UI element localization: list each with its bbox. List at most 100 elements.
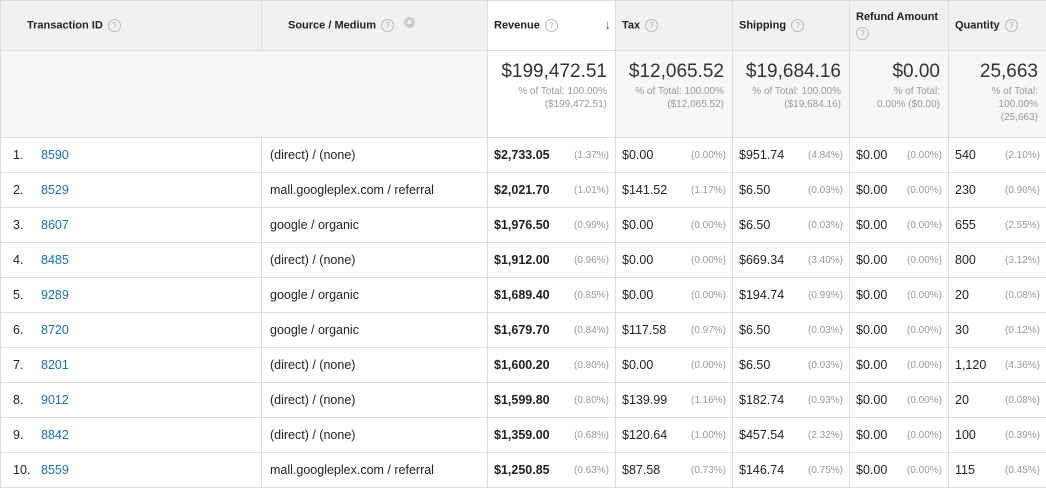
cell-revenue: $1,250.85 (0.63%) xyxy=(487,452,616,488)
cell-percent: (3.40%) xyxy=(807,254,843,266)
table-row: 6. 8720 google / organic $1,679.70 (0.84%) $1… xyxy=(0,312,1046,348)
cell-percent: (0.00%) xyxy=(690,219,726,231)
cell-percent: (0.00%) xyxy=(906,219,942,231)
source-medium-value: (direct) / (none) xyxy=(270,428,356,442)
help-icon[interactable]: ? xyxy=(791,19,805,32)
cell-refund-amount: $0.00 (0.00%) xyxy=(849,207,949,243)
help-icon[interactable]: ? xyxy=(856,27,869,40)
cell-percent: (3.12%) xyxy=(1004,254,1040,266)
cell-revenue: $2,733.05 (1.37%) xyxy=(487,137,616,173)
column-header-quantity[interactable]: Quantity? xyxy=(948,0,1046,51)
source-medium-value: google / organic xyxy=(270,288,359,302)
cell-percent: (0.03%) xyxy=(807,359,843,371)
cell-content: $6.50 (0.03%) xyxy=(739,323,843,337)
cell-value: $0.00 xyxy=(622,253,654,267)
help-icon[interactable]: ? xyxy=(381,19,395,32)
column-header-label: Source / Medium xyxy=(288,19,377,32)
total-percent-value: 100.00% xyxy=(998,99,1038,110)
cell-value: 1,120 xyxy=(955,358,987,372)
cell-revenue: $1,600.20 (0.80%) xyxy=(487,347,616,383)
cell-percent: (0.00%) xyxy=(906,149,942,161)
cell-percent: (0.39%) xyxy=(1004,429,1040,441)
cell-value: $6.50 xyxy=(739,358,771,372)
cell-value: $457.54 xyxy=(739,428,785,442)
transaction-id-link[interactable]: 8590 xyxy=(41,148,69,162)
remove-dimension-icon[interactable]: × xyxy=(404,17,415,28)
cell-value: $146.74 xyxy=(739,463,785,477)
sort-descending-icon[interactable]: ↓ xyxy=(605,17,612,32)
cell-percent: (0.75%) xyxy=(807,464,843,476)
transaction-id-link[interactable]: 8720 xyxy=(41,323,69,337)
cell-content: $1,359.00 (0.68%) xyxy=(494,428,609,442)
cell-source-medium: (direct) / (none) xyxy=(261,347,488,383)
column-header-shipping[interactable]: Shipping? xyxy=(732,0,850,51)
cell-content: 230 (0.90%) xyxy=(955,183,1040,197)
column-header-refund-amount[interactable]: Refund Amount? xyxy=(849,0,949,51)
help-icon[interactable]: ? xyxy=(645,19,659,32)
row-index: 5. xyxy=(13,288,24,302)
cell-value: $194.74 xyxy=(739,288,785,302)
transaction-id-link[interactable]: 9289 xyxy=(41,288,69,302)
column-header-source-medium[interactable]: Source / Medium? × xyxy=(261,0,488,51)
transaction-id-link[interactable]: 8842 xyxy=(41,428,69,442)
cell-tax: $117.58 (0.97%) xyxy=(615,312,733,348)
cell-shipping: $6.50 (0.03%) xyxy=(732,172,850,208)
column-header-transaction-id[interactable]: Transaction ID? xyxy=(0,0,262,51)
cell-content: $182.74 (0.93%) xyxy=(739,393,843,407)
source-medium-value: google / organic xyxy=(270,218,359,232)
cell-percent: (0.00%) xyxy=(906,254,942,266)
row-index: 10. xyxy=(13,463,31,477)
cell-revenue: $1,976.50 (0.99%) xyxy=(487,207,616,243)
cell-percent: (2.10%) xyxy=(1004,149,1040,161)
transaction-id-link[interactable]: 8485 xyxy=(41,253,69,267)
cell-percent: (0.03%) xyxy=(807,219,843,231)
cell-content: $1,689.40 (0.85%) xyxy=(494,288,609,302)
help-icon[interactable]: ? xyxy=(1004,19,1018,32)
cell-content: $0.00 (0.00%) xyxy=(622,288,726,302)
header-row: Transaction ID? Source / Medium? × Reven… xyxy=(0,0,1046,51)
cell-tax: $0.00 (0.00%) xyxy=(615,347,733,383)
cell-content: 115 (0.45%) xyxy=(955,463,1040,477)
cell-quantity: 540 (2.10%) xyxy=(948,137,1046,173)
cell-value: $2,021.70 xyxy=(494,183,550,197)
cell-percent: (1.17%) xyxy=(690,184,726,196)
cell-source-medium: (direct) / (none) xyxy=(261,417,488,453)
cell-value: $669.34 xyxy=(739,253,785,267)
transactions-table: Transaction ID? Source / Medium? × Reven… xyxy=(0,0,1046,488)
cell-value: $0.00 xyxy=(856,253,888,267)
column-header-revenue[interactable]: Revenue? ↓ xyxy=(487,0,616,51)
column-header-tax[interactable]: Tax? xyxy=(615,0,733,51)
cell-transaction-id: 3. 8607 xyxy=(0,207,262,243)
cell-tax: $120.64 (1.00%) xyxy=(615,417,733,453)
cell-transaction-id: 4. 8485 xyxy=(0,242,262,278)
cell-shipping: $146.74 (0.75%) xyxy=(732,452,850,488)
help-icon[interactable]: ? xyxy=(544,19,558,32)
cell-content: $951.74 (4.84%) xyxy=(739,148,843,162)
help-icon[interactable]: ? xyxy=(107,19,121,32)
row-index: 4. xyxy=(13,253,24,267)
cell-content: $0.00 (0.00%) xyxy=(856,323,942,337)
transaction-id-link[interactable]: 8529 xyxy=(41,183,69,197)
cell-content: $0.00 (0.00%) xyxy=(622,218,726,232)
transaction-id-link[interactable]: 8607 xyxy=(41,218,69,232)
source-medium-value: (direct) / (none) xyxy=(270,148,356,162)
cell-content: $194.74 (0.99%) xyxy=(739,288,843,302)
transaction-id-link[interactable]: 8201 xyxy=(41,358,69,372)
cell-value: $0.00 xyxy=(856,183,888,197)
cell-content: $146.74 (0.75%) xyxy=(739,463,843,477)
cell-value: $1,599.80 xyxy=(494,393,550,407)
cell-percent: (2.55%) xyxy=(1004,219,1040,231)
transaction-id-link[interactable]: 9012 xyxy=(41,393,69,407)
cell-tax: $0.00 (0.00%) xyxy=(615,207,733,243)
table-row: 7. 8201 (direct) / (none) $1,600.20 (0.80%) $… xyxy=(0,347,1046,383)
column-header-label: Transaction ID xyxy=(27,19,103,32)
transaction-id-link[interactable]: 8559 xyxy=(41,463,69,477)
cell-value: $139.99 xyxy=(622,393,668,407)
cell-content: $141.52 (1.17%) xyxy=(622,183,726,197)
cell-value: 20 xyxy=(955,393,969,407)
cell-revenue: $1,599.80 (0.80%) xyxy=(487,382,616,418)
cell-source-medium: (direct) / (none) xyxy=(261,242,488,278)
row-index: 6. xyxy=(13,323,24,337)
cell-value: $6.50 xyxy=(739,183,771,197)
cell-transaction-id: 2. 8529 xyxy=(0,172,262,208)
